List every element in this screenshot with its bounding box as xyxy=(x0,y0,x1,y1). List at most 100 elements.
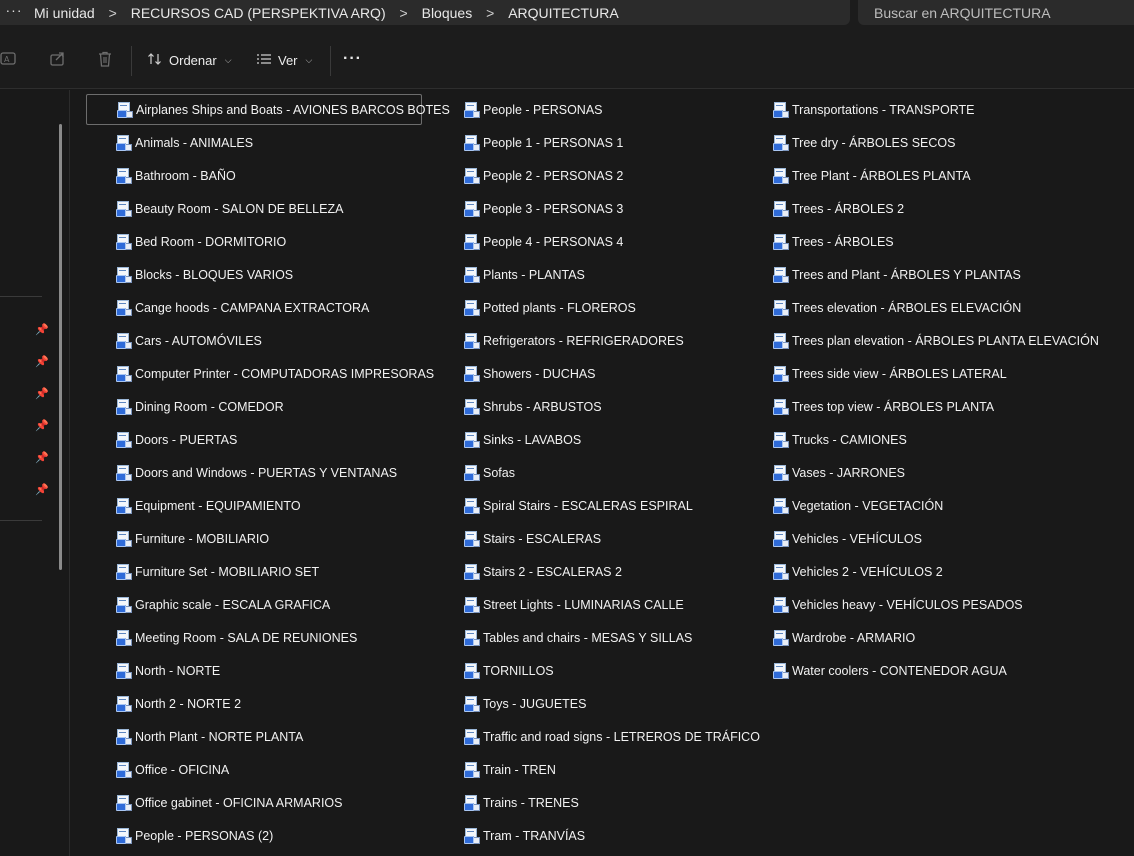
chevron-right-icon[interactable]: > xyxy=(472,5,508,21)
folder-item[interactable]: North Plant - NORTE PLANTA xyxy=(116,724,303,750)
folder-item[interactable]: Trains - TRENES xyxy=(464,790,579,816)
shortcut-folder-icon xyxy=(116,234,132,250)
folder-item[interactable]: North - NORTE xyxy=(116,658,220,684)
view-button[interactable]: Ver ⌵ xyxy=(256,48,312,72)
delete-icon[interactable] xyxy=(94,48,116,70)
folder-item[interactable]: Shrubs - ARBUSTOS xyxy=(464,394,602,420)
folder-item[interactable]: Plants - PLANTAS xyxy=(464,262,585,288)
shortcut-folder-icon xyxy=(464,795,480,811)
folder-item[interactable]: Toys - JUGUETES xyxy=(464,691,587,717)
folder-item[interactable]: Trucks - CAMIONES xyxy=(773,427,907,453)
more-options-button[interactable]: ··· xyxy=(343,50,362,68)
folder-item[interactable]: Office gabinet - OFICINA ARMARIOS xyxy=(116,790,342,816)
sort-button[interactable]: Ordenar ⌵ xyxy=(147,48,232,72)
folder-item[interactable]: Doors - PUERTAS xyxy=(116,427,237,453)
shortcut-folder-icon xyxy=(464,399,480,415)
folder-item[interactable]: Furniture Set - MOBILIARIO SET xyxy=(116,559,319,585)
folder-item[interactable]: Showers - DUCHAS xyxy=(464,361,596,387)
folder-item[interactable]: Animals - ANIMALES xyxy=(116,130,253,156)
pin-icon: 📌 xyxy=(35,419,49,432)
folder-item[interactable]: People 1 - PERSONAS 1 xyxy=(464,130,623,156)
folder-item[interactable]: Trees - ÁRBOLES 2 xyxy=(773,196,904,222)
rename-icon[interactable]: A xyxy=(0,48,20,70)
folder-item[interactable]: Trees and Plant - ÁRBOLES Y PLANTAS xyxy=(773,262,1021,288)
folder-item[interactable]: Cars - AUTOMÓVILES xyxy=(116,328,262,354)
folder-item[interactable]: Bed Room - DORMITORIO xyxy=(116,229,286,255)
folder-item[interactable]: Trees elevation - ÁRBOLES ELEVACIÓN xyxy=(773,295,1021,321)
folder-item[interactable]: Vases - JARRONES xyxy=(773,460,905,486)
folder-item-label: Tree dry - ÁRBOLES SECOS xyxy=(792,136,956,150)
folder-item[interactable]: Transportations - TRANSPORTE xyxy=(773,97,974,123)
folder-item[interactable]: Traffic and road signs - LETREROS DE TRÁ… xyxy=(464,724,760,750)
shortcut-folder-icon xyxy=(116,729,132,745)
folder-item-label: Bathroom - BAÑO xyxy=(135,169,236,183)
folder-item[interactable]: Doors and Windows - PUERTAS Y VENTANAS xyxy=(116,460,397,486)
folder-item-label: Sinks - LAVABOS xyxy=(483,433,582,447)
shortcut-folder-icon xyxy=(116,300,132,316)
folder-item[interactable]: People - PERSONAS xyxy=(464,97,603,123)
folder-item[interactable]: Street Lights - LUMINARIAS CALLE xyxy=(464,592,684,618)
shortcut-folder-icon xyxy=(117,101,133,118)
folder-item[interactable]: People 2 - PERSONAS 2 xyxy=(464,163,623,189)
breadcrumb-recursos-cad[interactable]: RECURSOS CAD (PERSPEKTIVA ARQ) xyxy=(131,5,386,21)
folder-item[interactable]: People 3 - PERSONAS 3 xyxy=(464,196,623,222)
folder-item[interactable]: Vehicles - VEHÍCULOS xyxy=(773,526,922,552)
folder-item[interactable]: Furniture - MOBILIARIO xyxy=(116,526,269,552)
folder-item-label: Bed Room - DORMITORIO xyxy=(135,235,287,249)
shortcut-folder-icon xyxy=(773,102,789,118)
folder-item[interactable]: Water coolers - CONTENEDOR AGUA xyxy=(773,658,1007,684)
folder-item[interactable]: Stairs 2 - ESCALERAS 2 xyxy=(464,559,622,585)
folder-item[interactable]: People - PERSONAS (2) xyxy=(116,823,273,849)
folder-item[interactable]: Tables and chairs - MESAS Y SILLAS xyxy=(464,625,692,651)
breadcrumb-bloques[interactable]: Bloques xyxy=(422,5,473,21)
folder-item[interactable]: Beauty Room - SALON DE BELLEZA xyxy=(116,196,343,222)
folder-item[interactable]: Blocks - BLOQUES VARIOS xyxy=(116,262,293,288)
folder-item[interactable]: Vehicles 2 - VEHÍCULOS 2 xyxy=(773,559,943,585)
navigation-pane: 📌 📌 📌 📌 📌 📌 xyxy=(0,90,70,856)
folder-item[interactable]: Refrigerators - REFRIGERADORES xyxy=(464,328,684,354)
folder-item[interactable]: Tram - TRANVÍAS xyxy=(464,823,585,849)
folder-item[interactable]: Sofas xyxy=(464,460,515,486)
folder-item[interactable]: Tree dry - ÁRBOLES SECOS xyxy=(773,130,955,156)
folder-item-label: Meeting Room - SALA DE REUNIONES xyxy=(135,631,358,645)
folder-item[interactable]: Bathroom - BAÑO xyxy=(116,163,236,189)
folder-item[interactable]: Meeting Room - SALA DE REUNIONES xyxy=(116,625,357,651)
folder-item[interactable]: Trees plan elevation - ÁRBOLES PLANTA EL… xyxy=(773,328,1099,354)
folder-item-label: Street Lights - LUMINARIAS CALLE xyxy=(483,598,684,612)
folder-item[interactable]: People 4 - PERSONAS 4 xyxy=(464,229,623,255)
folder-item-label: Potted plants - FLOREROS xyxy=(483,301,636,315)
chevron-right-icon[interactable]: > xyxy=(95,5,131,21)
shortcut-folder-icon xyxy=(464,597,480,613)
folder-item[interactable]: Wardrobe - ARMARIO xyxy=(773,625,915,651)
folder-item[interactable]: Trees top view - ÁRBOLES PLANTA xyxy=(773,394,994,420)
folder-item[interactable]: Stairs - ESCALERAS xyxy=(464,526,601,552)
breadcrumb-mi-unidad[interactable]: Mi unidad xyxy=(34,5,95,21)
chevron-right-icon[interactable]: > xyxy=(386,5,422,21)
folder-item[interactable]: Equipment - EQUIPAMIENTO xyxy=(116,493,301,519)
folder-item[interactable]: Graphic scale - ESCALA GRAFICA xyxy=(116,592,330,618)
folder-item[interactable]: Computer Printer - COMPUTADORAS IMPRESOR… xyxy=(116,361,434,387)
folder-item[interactable]: Office - OFICINA xyxy=(116,757,229,783)
folder-item[interactable]: Spiral Stairs - ESCALERAS ESPIRAL xyxy=(464,493,693,519)
folder-item[interactable]: Potted plants - FLOREROS xyxy=(464,295,636,321)
folder-item[interactable]: North 2 - NORTE 2 xyxy=(116,691,241,717)
address-bar[interactable]: ··· Mi unidad > RECURSOS CAD (PERSPEKTIV… xyxy=(0,0,850,25)
folder-item[interactable]: Train - TREN xyxy=(464,757,556,783)
folder-item[interactable]: Airplanes Ships and Boats - AVIONES BARC… xyxy=(86,94,450,125)
folder-item[interactable]: Vehicles heavy - VEHÍCULOS PESADOS xyxy=(773,592,1023,618)
folder-item[interactable]: Dining Room - COMEDOR xyxy=(116,394,284,420)
breadcrumb-overflow-button[interactable]: ··· xyxy=(0,2,28,24)
folder-item[interactable]: Trees side view - ÁRBOLES LATERAL xyxy=(773,361,1007,387)
search-input[interactable]: Buscar en ARQUITECTURA xyxy=(858,0,1134,25)
folder-item[interactable]: Cange hoods - CAMPANA EXTRACTORA xyxy=(116,295,369,321)
share-icon[interactable] xyxy=(47,48,69,70)
folder-item-label: Equipment - EQUIPAMIENTO xyxy=(135,499,301,513)
breadcrumb-arquitectura[interactable]: ARQUITECTURA xyxy=(508,5,618,21)
folder-item[interactable]: TORNILLOS xyxy=(464,658,554,684)
nav-scrollbar[interactable] xyxy=(59,124,62,570)
folder-item[interactable]: Vegetation - VEGETACIÓN xyxy=(773,493,943,519)
folder-item[interactable]: Sinks - LAVABOS xyxy=(464,427,581,453)
shortcut-folder-icon xyxy=(116,465,132,481)
folder-item[interactable]: Tree Plant - ÁRBOLES PLANTA xyxy=(773,163,971,189)
folder-item[interactable]: Trees - ÁRBOLES xyxy=(773,229,894,255)
